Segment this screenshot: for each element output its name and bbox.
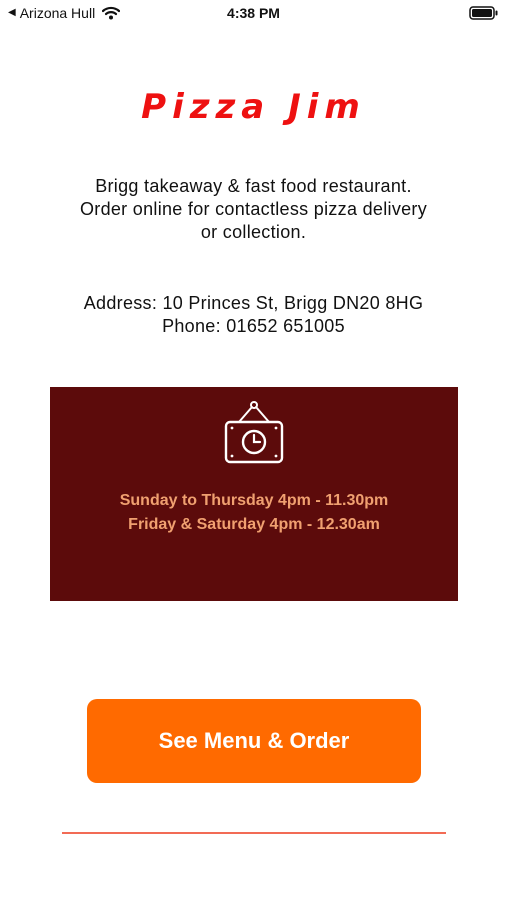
description-line: Order online for contactless pizza deliv… [79, 199, 428, 219]
description-line: or collection. [200, 222, 307, 242]
divider [62, 832, 446, 834]
hours-line: Sunday to Thursday 4pm - 11.30pm [119, 492, 389, 509]
hours-line: Friday & Saturday 4pm - 12.30am [128, 516, 380, 533]
restaurant-description: Brigg takeaway & fast food restaurant. O… [40, 175, 467, 244]
status-bar: ◀ Arizona Hull 4:38 PM [0, 0, 507, 28]
address-text: Address: 10 Princes St, Brigg DN20 8HG [83, 293, 424, 313]
phone-text: Phone: 01652 651005 [162, 316, 345, 336]
description-line: Brigg takeaway & fast food restaurant. [95, 176, 412, 196]
battery-icon [469, 6, 498, 20]
opening-hours-panel: Sunday to Thursday 4pm - 11.30pm Friday … [50, 387, 458, 601]
see-menu-order-button[interactable]: See Menu & Order [87, 699, 421, 783]
status-time: 4:38 PM [227, 5, 280, 21]
restaurant-title: Pizza Jim [141, 87, 366, 127]
clock-sign-icon [224, 401, 284, 464]
contact-info: Address: 10 Princes St, Brigg DN20 8HG P… [30, 292, 477, 338]
opening-hours-text: Sunday to Thursday 4pm - 11.30pm Friday … [50, 489, 458, 537]
